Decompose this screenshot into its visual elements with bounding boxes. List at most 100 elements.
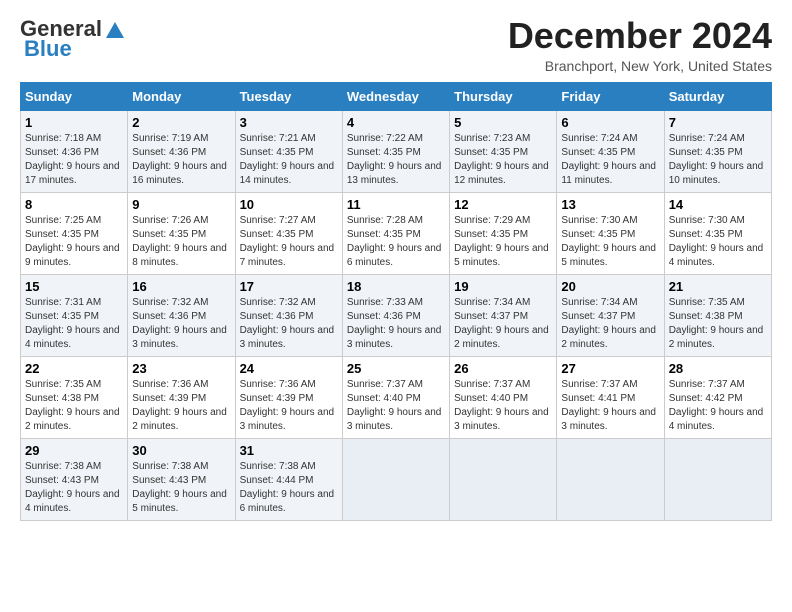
calendar-cell: 3 Sunrise: 7:21 AMSunset: 4:35 PMDaylight… bbox=[235, 110, 342, 192]
calendar-week-row: 15 Sunrise: 7:31 AMSunset: 4:35 PMDayligh… bbox=[21, 274, 772, 356]
calendar-cell: 29 Sunrise: 7:38 AMSunset: 4:43 PMDayligh… bbox=[21, 438, 128, 520]
calendar-cell: 10Sunrise: 7:27 AMSunset: 4:35 PMDayligh… bbox=[235, 192, 342, 274]
day-number: 7 bbox=[669, 115, 767, 130]
day-info: Sunrise: 7:33 AMSunset: 4:36 PMDaylight:… bbox=[347, 296, 445, 352]
title-block: December 2024 Branchport, New York, Unit… bbox=[508, 16, 772, 74]
weekday-header-saturday: Saturday bbox=[664, 82, 771, 110]
day-number: 16 bbox=[132, 279, 230, 294]
day-number: 19 bbox=[454, 279, 552, 294]
day-number: 21 bbox=[669, 279, 767, 294]
day-info: Sunrise: 7:24 AMSunset: 4:35 PMDaylight:… bbox=[669, 132, 767, 188]
day-info: Sunrise: 7:18 AMSunset: 4:36 PMDaylight:… bbox=[25, 132, 123, 188]
day-info: Sunrise: 7:32 AMSunset: 4:36 PMDaylight:… bbox=[240, 296, 338, 352]
day-number: 9 bbox=[132, 197, 230, 212]
day-info: Sunrise: 7:21 AMSunset: 4:35 PMDaylight:… bbox=[240, 132, 338, 188]
day-number: 8 bbox=[25, 197, 123, 212]
weekday-header-monday: Monday bbox=[128, 82, 235, 110]
day-info: Sunrise: 7:38 AMSunset: 4:43 PMDaylight:… bbox=[132, 460, 230, 516]
weekday-header-wednesday: Wednesday bbox=[342, 82, 449, 110]
day-info: Sunrise: 7:38 AMSunset: 4:43 PMDaylight:… bbox=[25, 460, 123, 516]
calendar-cell: 31Sunrise: 7:38 AMSunset: 4:44 PMDayligh… bbox=[235, 438, 342, 520]
day-info: Sunrise: 7:31 AMSunset: 4:35 PMDaylight:… bbox=[25, 296, 123, 352]
calendar-cell bbox=[557, 438, 664, 520]
calendar-cell: 22Sunrise: 7:35 AMSunset: 4:38 PMDayligh… bbox=[21, 356, 128, 438]
day-number: 2 bbox=[132, 115, 230, 130]
day-info: Sunrise: 7:29 AMSunset: 4:35 PMDaylight:… bbox=[454, 214, 552, 270]
calendar-cell: 21 Sunrise: 7:35 AMSunset: 4:38 PMDayligh… bbox=[664, 274, 771, 356]
day-info: Sunrise: 7:37 AMSunset: 4:42 PMDaylight:… bbox=[669, 378, 767, 434]
calendar-cell: 28Sunrise: 7:37 AMSunset: 4:42 PMDayligh… bbox=[664, 356, 771, 438]
calendar-cell: 25 Sunrise: 7:37 AMSunset: 4:40 PMDayligh… bbox=[342, 356, 449, 438]
calendar-cell: 11Sunrise: 7:28 AMSunset: 4:35 PMDayligh… bbox=[342, 192, 449, 274]
day-info: Sunrise: 7:28 AMSunset: 4:35 PMDaylight:… bbox=[347, 214, 445, 270]
day-number: 27 bbox=[561, 361, 659, 376]
calendar-cell: 23Sunrise: 7:36 AMSunset: 4:39 PMDayligh… bbox=[128, 356, 235, 438]
day-number: 18 bbox=[347, 279, 445, 294]
calendar-table: SundayMondayTuesdayWednesdayThursdayFrid… bbox=[20, 82, 772, 521]
calendar-cell: 2 Sunrise: 7:19 AMSunset: 4:36 PMDaylight… bbox=[128, 110, 235, 192]
day-info: Sunrise: 7:32 AMSunset: 4:36 PMDaylight:… bbox=[132, 296, 230, 352]
day-info: Sunrise: 7:30 AMSunset: 4:35 PMDaylight:… bbox=[561, 214, 659, 270]
day-number: 30 bbox=[132, 443, 230, 458]
weekday-header-sunday: Sunday bbox=[21, 82, 128, 110]
calendar-cell: 1 Sunrise: 7:18 AMSunset: 4:36 PMDaylight… bbox=[21, 110, 128, 192]
day-info: Sunrise: 7:23 AMSunset: 4:35 PMDaylight:… bbox=[454, 132, 552, 188]
day-number: 6 bbox=[561, 115, 659, 130]
calendar-cell: 20 Sunrise: 7:34 AMSunset: 4:37 PMDayligh… bbox=[557, 274, 664, 356]
calendar-cell bbox=[342, 438, 449, 520]
calendar-cell: 4 Sunrise: 7:22 AMSunset: 4:35 PMDaylight… bbox=[342, 110, 449, 192]
day-number: 20 bbox=[561, 279, 659, 294]
calendar-cell: 14Sunrise: 7:30 AMSunset: 4:35 PMDayligh… bbox=[664, 192, 771, 274]
day-info: Sunrise: 7:24 AMSunset: 4:35 PMDaylight:… bbox=[561, 132, 659, 188]
day-number: 25 bbox=[347, 361, 445, 376]
day-info: Sunrise: 7:34 AMSunset: 4:37 PMDaylight:… bbox=[561, 296, 659, 352]
calendar-cell bbox=[450, 438, 557, 520]
location: Branchport, New York, United States bbox=[508, 58, 772, 74]
calendar-cell: 24 Sunrise: 7:36 AMSunset: 4:39 PMDayligh… bbox=[235, 356, 342, 438]
day-number: 4 bbox=[347, 115, 445, 130]
calendar-cell: 7 Sunrise: 7:24 AMSunset: 4:35 PMDaylight… bbox=[664, 110, 771, 192]
calendar-cell: 15 Sunrise: 7:31 AMSunset: 4:35 PMDayligh… bbox=[21, 274, 128, 356]
day-number: 3 bbox=[240, 115, 338, 130]
day-info: Sunrise: 7:19 AMSunset: 4:36 PMDaylight:… bbox=[132, 132, 230, 188]
weekday-header-row: SundayMondayTuesdayWednesdayThursdayFrid… bbox=[21, 82, 772, 110]
day-number: 10 bbox=[240, 197, 338, 212]
weekday-header-thursday: Thursday bbox=[450, 82, 557, 110]
calendar-cell: 27 Sunrise: 7:37 AMSunset: 4:41 PMDayligh… bbox=[557, 356, 664, 438]
day-number: 13 bbox=[561, 197, 659, 212]
page-header: General Blue December 2024 Branchport, N… bbox=[20, 16, 772, 74]
day-info: Sunrise: 7:30 AMSunset: 4:35 PMDaylight:… bbox=[669, 214, 767, 270]
weekday-header-friday: Friday bbox=[557, 82, 664, 110]
day-number: 1 bbox=[25, 115, 123, 130]
calendar-cell: 19 Sunrise: 7:34 AMSunset: 4:37 PMDayligh… bbox=[450, 274, 557, 356]
day-number: 24 bbox=[240, 361, 338, 376]
day-info: Sunrise: 7:22 AMSunset: 4:35 PMDaylight:… bbox=[347, 132, 445, 188]
day-number: 26 bbox=[454, 361, 552, 376]
day-number: 22 bbox=[25, 361, 123, 376]
day-info: Sunrise: 7:34 AMSunset: 4:37 PMDaylight:… bbox=[454, 296, 552, 352]
day-info: Sunrise: 7:37 AMSunset: 4:40 PMDaylight:… bbox=[347, 378, 445, 434]
day-info: Sunrise: 7:37 AMSunset: 4:41 PMDaylight:… bbox=[561, 378, 659, 434]
day-number: 5 bbox=[454, 115, 552, 130]
calendar-cell: 13 Sunrise: 7:30 AMSunset: 4:35 PMDayligh… bbox=[557, 192, 664, 274]
day-number: 15 bbox=[25, 279, 123, 294]
calendar-cell: 5 Sunrise: 7:23 AMSunset: 4:35 PMDaylight… bbox=[450, 110, 557, 192]
calendar-cell: 9 Sunrise: 7:26 AMSunset: 4:35 PMDaylight… bbox=[128, 192, 235, 274]
day-number: 29 bbox=[25, 443, 123, 458]
calendar-cell: 16 Sunrise: 7:32 AMSunset: 4:36 PMDayligh… bbox=[128, 274, 235, 356]
logo-blue-text: Blue bbox=[24, 36, 72, 62]
day-info: Sunrise: 7:36 AMSunset: 4:39 PMDaylight:… bbox=[132, 378, 230, 434]
day-info: Sunrise: 7:26 AMSunset: 4:35 PMDaylight:… bbox=[132, 214, 230, 270]
month-title: December 2024 bbox=[508, 16, 772, 56]
day-number: 17 bbox=[240, 279, 338, 294]
calendar-cell: 12 Sunrise: 7:29 AMSunset: 4:35 PMDayligh… bbox=[450, 192, 557, 274]
day-info: Sunrise: 7:36 AMSunset: 4:39 PMDaylight:… bbox=[240, 378, 338, 434]
day-number: 31 bbox=[240, 443, 338, 458]
calendar-cell: 30 Sunrise: 7:38 AMSunset: 4:43 PMDayligh… bbox=[128, 438, 235, 520]
day-info: Sunrise: 7:35 AMSunset: 4:38 PMDaylight:… bbox=[669, 296, 767, 352]
calendar-week-row: 22Sunrise: 7:35 AMSunset: 4:38 PMDayligh… bbox=[21, 356, 772, 438]
calendar-cell bbox=[664, 438, 771, 520]
day-number: 12 bbox=[454, 197, 552, 212]
calendar-week-row: 29 Sunrise: 7:38 AMSunset: 4:43 PMDayligh… bbox=[21, 438, 772, 520]
logo-icon bbox=[104, 18, 126, 40]
